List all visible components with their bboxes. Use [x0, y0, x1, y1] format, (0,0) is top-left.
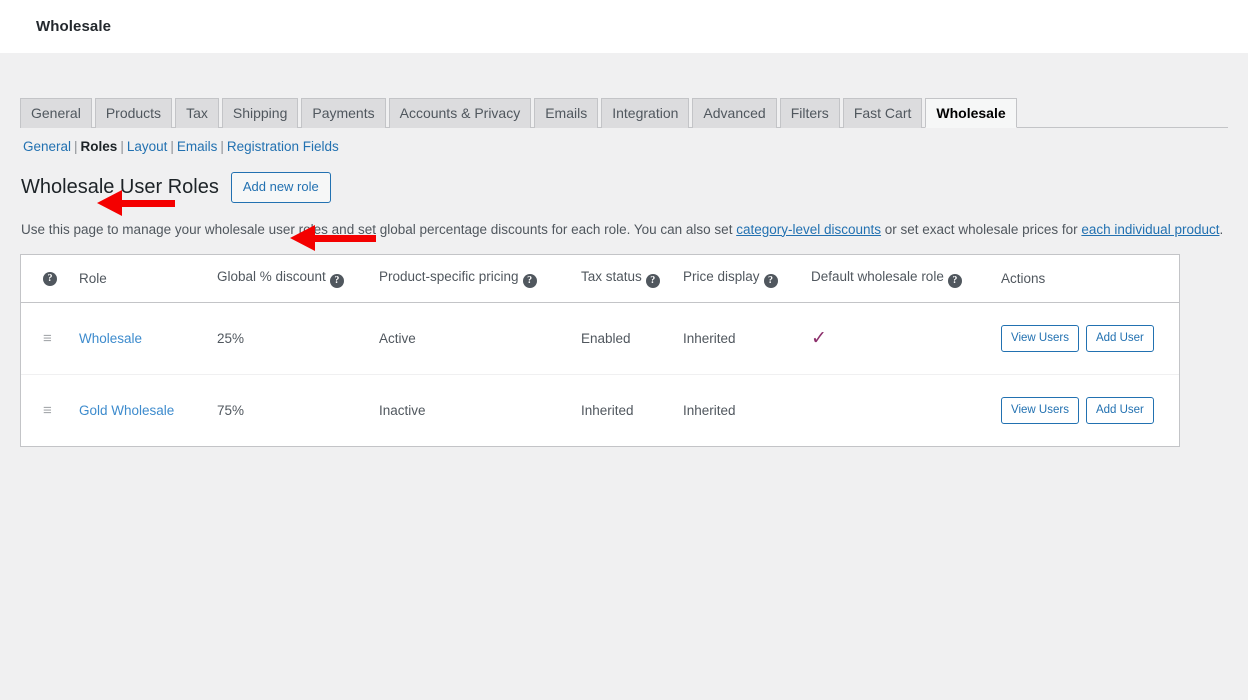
tab-payments[interactable]: Payments: [301, 98, 386, 128]
column-header-price-display: Price display?: [683, 254, 811, 303]
column-header-global-discount: Global % discount?: [217, 254, 379, 303]
tab-general[interactable]: General: [20, 98, 92, 128]
subnav-item-general[interactable]: General: [23, 139, 71, 154]
roles-table: ? Role Global % discount? Product-specific …: [21, 254, 1179, 446]
tab-accounts-privacy[interactable]: Accounts & Privacy: [388, 98, 532, 128]
product-specific-pricing-cell: Active: [379, 302, 581, 375]
subnav-item-layout[interactable]: Layout: [127, 139, 168, 154]
global-discount-value: 75%: [217, 402, 245, 418]
drag-handle-icon[interactable]: ≡: [43, 403, 52, 418]
role-cell: Gold Wholesale: [79, 374, 217, 446]
product-specific-pricing-value: Active: [379, 330, 416, 346]
tab-emails[interactable]: Emails: [534, 98, 599, 128]
tab-shipping[interactable]: Shipping: [221, 98, 299, 128]
wholesale-subnav: General | Roles | Layout | Emails | Registration…: [20, 128, 1228, 156]
global-discount-cell: 75%: [217, 374, 379, 446]
check-icon: ✓: [811, 327, 827, 349]
settings-tab-bar: General Products Tax Shipping Payments Accoun…: [20, 53, 1228, 128]
subnav-item-roles: Roles: [80, 139, 118, 154]
description-text-1: Use this page to manage your wholesale u…: [21, 221, 737, 237]
price-display-cell: Inherited: [683, 374, 811, 446]
table-header-row: ? Role Global % discount? Product-specific …: [21, 254, 1179, 303]
page-header: Wholesale User Roles Add new role: [20, 172, 1228, 203]
subnav-separator: |: [220, 139, 224, 154]
column-header-default-wholesale-role: Default wholesale role?: [811, 254, 1001, 303]
help-icon[interactable]: ?: [43, 271, 57, 286]
tax-status-cell: Enabled: [581, 302, 683, 375]
tax-status-cell: Inherited: [581, 374, 683, 446]
help-icon[interactable]: ?: [947, 273, 962, 288]
column-header-handle: ?: [21, 254, 79, 303]
roles-table-body: ≡ Wholesale 25% Active Enabled Inherited ✓ View…: [21, 302, 1179, 446]
drag-handle-icon[interactable]: ≡: [43, 331, 52, 346]
row-drag-handle-cell: ≡: [21, 302, 79, 375]
column-header-label: Price display: [683, 268, 760, 284]
column-header-label: Default wholesale role: [811, 268, 944, 284]
help-icon[interactable]: ?: [329, 273, 344, 288]
tax-status-value: Inherited: [581, 402, 634, 418]
admin-bar: Wholesale: [0, 0, 1248, 53]
subnav-item-emails[interactable]: Emails: [177, 139, 218, 154]
role-name-link[interactable]: Gold Wholesale: [79, 403, 174, 418]
role-cell: Wholesale: [79, 302, 217, 375]
row-drag-handle-cell: ≡: [21, 374, 79, 446]
view-users-button[interactable]: View Users: [1001, 396, 1079, 424]
price-display-cell: Inherited: [683, 302, 811, 375]
each-individual-product-link[interactable]: each individual product: [1081, 222, 1219, 237]
column-header-label: Actions: [1001, 270, 1046, 286]
help-icon[interactable]: ?: [763, 273, 778, 288]
description-text-2: or set exact wholesale prices for: [881, 221, 1082, 237]
help-icon[interactable]: ?: [645, 273, 660, 288]
tab-products[interactable]: Products: [94, 98, 173, 128]
page-title: Wholesale User Roles: [21, 176, 219, 199]
global-discount-value: 25%: [217, 330, 245, 346]
actions-cell: View Users Add User: [1001, 374, 1179, 446]
tab-filters[interactable]: Filters: [779, 98, 840, 128]
roles-table-head: ? Role Global % discount? Product-specific …: [21, 254, 1179, 303]
subnav-separator: |: [120, 139, 124, 154]
actions-cell: View Users Add User: [1001, 302, 1179, 375]
tab-integration[interactable]: Integration: [601, 98, 690, 128]
help-icon[interactable]: ?: [522, 273, 537, 288]
table-row: ≡ Gold Wholesale 75% Inactive Inherited Inher…: [21, 374, 1179, 446]
column-header-label: Global % discount: [217, 268, 326, 284]
tax-status-value: Enabled: [581, 330, 631, 346]
add-user-button[interactable]: Add User: [1085, 396, 1154, 424]
column-header-label: Role: [79, 270, 107, 286]
default-wholesale-role-cell: ✓: [811, 302, 1001, 375]
price-display-value: Inherited: [683, 402, 736, 418]
column-header-tax-status: Tax status?: [581, 254, 683, 303]
subnav-separator: |: [74, 139, 78, 154]
table-row: ≡ Wholesale 25% Active Enabled Inherited ✓ View…: [21, 302, 1179, 375]
tab-advanced[interactable]: Advanced: [692, 98, 777, 128]
role-name-link[interactable]: Wholesale: [79, 331, 142, 346]
settings-page: General Products Tax Shipping Payments Accoun…: [0, 53, 1248, 700]
row-action-buttons: View Users Add User: [1001, 324, 1179, 352]
admin-bar-title: Wholesale: [36, 18, 112, 35]
tab-tax[interactable]: Tax: [175, 98, 219, 128]
category-level-discounts-link[interactable]: category-level discounts: [736, 222, 881, 237]
column-header-label: Tax status: [581, 268, 642, 284]
add-new-role-button[interactable]: Add new role: [230, 172, 331, 203]
row-action-buttons: View Users Add User: [1001, 396, 1179, 424]
column-header-actions: Actions: [1001, 254, 1179, 303]
global-discount-cell: 25%: [217, 302, 379, 375]
column-header-role: Role: [79, 254, 217, 303]
page-description: Use this page to manage your wholesale u…: [21, 220, 1228, 240]
column-header-product-specific-pricing: Product-specific pricing?: [379, 254, 581, 303]
subnav-item-registration-fields[interactable]: Registration Fields: [227, 139, 339, 154]
add-user-button[interactable]: Add User: [1085, 324, 1154, 352]
roles-table-container: ? Role Global % discount? Product-specific …: [20, 253, 1180, 447]
product-specific-pricing-value: Inactive: [379, 402, 426, 418]
price-display-value: Inherited: [683, 330, 736, 346]
default-wholesale-role-cell: [811, 374, 1001, 446]
tab-fast-cart[interactable]: Fast Cart: [842, 98, 923, 128]
column-header-label: Product-specific pricing: [379, 268, 519, 284]
subnav-separator: |: [170, 139, 174, 154]
description-text-3: .: [1219, 221, 1224, 237]
view-users-button[interactable]: View Users: [1001, 324, 1079, 352]
product-specific-pricing-cell: Inactive: [379, 374, 581, 446]
tab-wholesale[interactable]: Wholesale: [925, 98, 1017, 128]
